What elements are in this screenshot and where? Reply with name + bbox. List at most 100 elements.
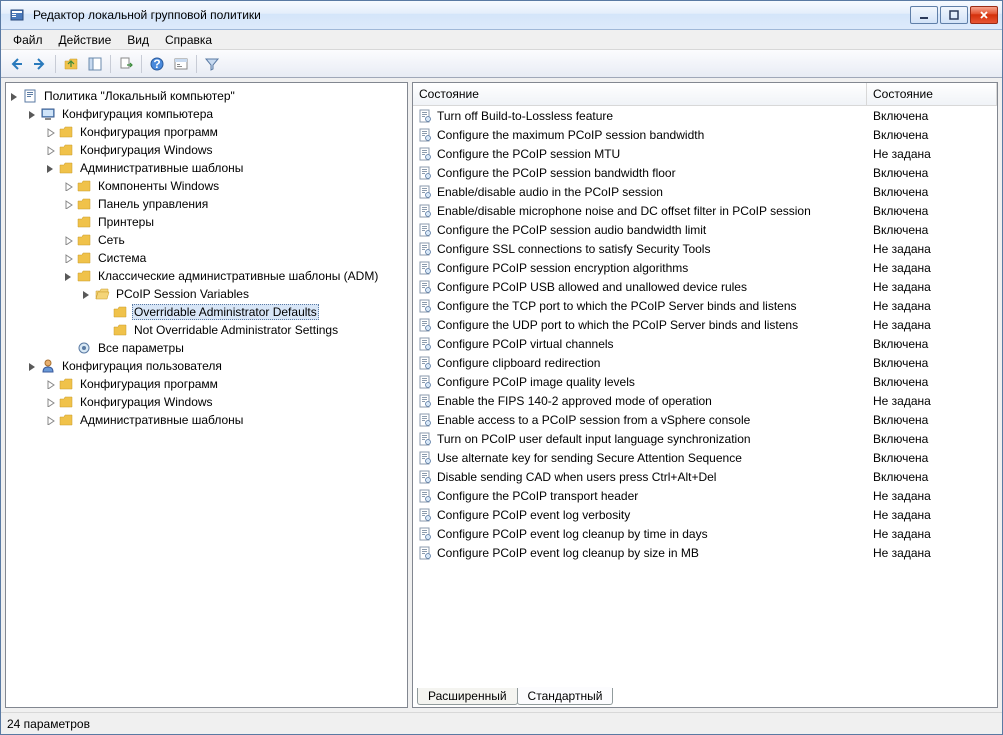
tree-overridable-defaults[interactable]: Overridable Administrator Defaults	[98, 303, 405, 321]
tab-extended[interactable]: Расширенный	[417, 688, 518, 705]
list-item[interactable]: Disable sending CAD when users press Ctr…	[413, 467, 997, 486]
expand-icon[interactable]	[44, 396, 56, 408]
list-item[interactable]: Configure clipboard redirectionВключена	[413, 353, 997, 372]
main-content: Политика "Локальный компьютер" Конфигура…	[1, 78, 1002, 712]
menu-file[interactable]: Файл	[5, 31, 51, 49]
folder-icon	[58, 124, 74, 140]
list-item[interactable]: Configure PCoIP virtual channelsВключена	[413, 334, 997, 353]
collapse-icon[interactable]	[8, 90, 20, 102]
back-button[interactable]	[5, 53, 27, 75]
tab-standard[interactable]: Стандартный	[517, 688, 614, 705]
tree-user-admin-templates[interactable]: Административные шаблоны	[44, 411, 405, 429]
maximize-button[interactable]	[940, 6, 968, 24]
list-item[interactable]: Configure the TCP port to which the PCoI…	[413, 296, 997, 315]
list-item[interactable]: Configure PCoIP event log verbosityНе за…	[413, 505, 997, 524]
computer-icon	[40, 106, 56, 122]
list-item[interactable]: Enable the FIPS 140-2 approved mode of o…	[413, 391, 997, 410]
collapse-icon[interactable]	[62, 270, 74, 282]
list-item[interactable]: Configure the PCoIP session MTUНе задана	[413, 144, 997, 163]
tree-network[interactable]: Сеть	[62, 231, 405, 249]
collapse-icon[interactable]	[80, 288, 92, 300]
list-item[interactable]: Configure PCoIP event log cleanup by siz…	[413, 543, 997, 562]
expand-icon[interactable]	[44, 144, 56, 156]
list-item-name: Use alternate key for sending Secure Att…	[437, 451, 867, 465]
list-item[interactable]: Configure PCoIP session encryption algor…	[413, 258, 997, 277]
tree-user-software-settings[interactable]: Конфигурация программ	[44, 375, 405, 393]
tree-control-panel[interactable]: Панель управления	[62, 195, 405, 213]
list-item-name: Enable/disable microphone noise and DC o…	[437, 204, 867, 218]
collapse-icon[interactable]	[26, 108, 38, 120]
list-item-state: Не задана	[867, 261, 997, 275]
tree-label: Not Overridable Administrator Settings	[132, 323, 340, 337]
list-item[interactable]: Configure PCoIP USB allowed and unallowe…	[413, 277, 997, 296]
tree-windows-settings[interactable]: Конфигурация Windows	[44, 141, 405, 159]
tree-pcoip-session-vars[interactable]: PCoIP Session Variables	[80, 285, 405, 303]
toolbar-separator	[110, 55, 111, 73]
list-item[interactable]: Enable/disable audio in the PCoIP sessio…	[413, 182, 997, 201]
menu-action[interactable]: Действие	[51, 31, 120, 49]
close-button[interactable]	[970, 6, 998, 24]
expand-icon[interactable]	[62, 234, 74, 246]
up-button[interactable]	[60, 53, 82, 75]
list-body[interactable]: Turn off Build-to-Lossless featureВключе…	[413, 106, 997, 687]
tree-user-windows-settings[interactable]: Конфигурация Windows	[44, 393, 405, 411]
tree-software-settings[interactable]: Конфигурация программ	[44, 123, 405, 141]
expand-icon[interactable]	[44, 378, 56, 390]
list-item-state: Не задана	[867, 546, 997, 560]
list-item-state: Включена	[867, 166, 997, 180]
tree-windows-components[interactable]: Компоненты Windows	[62, 177, 405, 195]
list-item[interactable]: Configure the PCoIP session audio bandwi…	[413, 220, 997, 239]
list-item[interactable]: Enable/disable microphone noise and DC o…	[413, 201, 997, 220]
tree-label: Классические административные шаблоны (A…	[96, 269, 380, 283]
list-item[interactable]: Enable access to a PCoIP session from a …	[413, 410, 997, 429]
folder-icon	[76, 214, 92, 230]
list-item[interactable]: Configure the PCoIP transport headerНе з…	[413, 486, 997, 505]
help-button[interactable]: ?	[146, 53, 168, 75]
tree-user-config[interactable]: Конфигурация пользователя	[26, 357, 405, 375]
svg-text:?: ?	[153, 57, 160, 71]
folder-icon	[76, 268, 92, 284]
export-button[interactable]	[115, 53, 137, 75]
list-item[interactable]: Configure PCoIP event log cleanup by tim…	[413, 524, 997, 543]
tree-label: Конфигурация Windows	[78, 143, 215, 157]
tree-system[interactable]: Система	[62, 249, 405, 267]
tree-all-settings[interactable]: Все параметры	[62, 339, 405, 357]
list-item[interactable]: Configure PCoIP image quality levelsВклю…	[413, 372, 997, 391]
column-header-state[interactable]: Состояние	[867, 83, 997, 105]
list-item[interactable]: Configure SSL connections to satisfy Sec…	[413, 239, 997, 258]
menu-help[interactable]: Справка	[157, 31, 220, 49]
tree-admin-templates[interactable]: Административные шаблоны	[44, 159, 405, 177]
list-item-name: Enable access to a PCoIP session from a …	[437, 413, 867, 427]
expand-icon[interactable]	[62, 180, 74, 192]
tree-printers[interactable]: Принтеры	[62, 213, 405, 231]
list-item-name: Configure the PCoIP session audio bandwi…	[437, 223, 867, 237]
tree-classic-adm[interactable]: Классические административные шаблоны (A…	[62, 267, 405, 285]
list-item[interactable]: Configure the maximum PCoIP session band…	[413, 125, 997, 144]
list-item[interactable]: Configure the PCoIP session bandwidth fl…	[413, 163, 997, 182]
tree-label: Все параметры	[96, 341, 186, 355]
list-item[interactable]: Configure the UDP port to which the PCoI…	[413, 315, 997, 334]
collapse-icon[interactable]	[44, 162, 56, 174]
column-header-name[interactable]: Состояние	[413, 83, 867, 105]
filter-button[interactable]	[201, 53, 223, 75]
list-item[interactable]: Use alternate key for sending Secure Att…	[413, 448, 997, 467]
tree-not-overridable-settings[interactable]: Not Overridable Administrator Settings	[98, 321, 405, 339]
forward-button[interactable]	[29, 53, 51, 75]
tree-panel[interactable]: Политика "Локальный компьютер" Конфигура…	[5, 82, 408, 708]
list-item-name: Configure PCoIP event log cleanup by siz…	[437, 546, 867, 560]
expand-icon[interactable]	[44, 414, 56, 426]
tree-label: Политика "Локальный компьютер"	[42, 89, 237, 103]
list-item[interactable]: Turn on PCoIP user default input languag…	[413, 429, 997, 448]
show-hide-tree-button[interactable]	[84, 53, 106, 75]
tree-computer-config[interactable]: Конфигурация компьютера	[26, 105, 405, 123]
list-item-state: Не задана	[867, 299, 997, 313]
expand-icon[interactable]	[44, 126, 56, 138]
list-item[interactable]: Turn off Build-to-Lossless featureВключе…	[413, 106, 997, 125]
properties-button[interactable]	[170, 53, 192, 75]
minimize-button[interactable]	[910, 6, 938, 24]
collapse-icon[interactable]	[26, 360, 38, 372]
expand-icon[interactable]	[62, 198, 74, 210]
menu-view[interactable]: Вид	[119, 31, 157, 49]
tree-root[interactable]: Политика "Локальный компьютер"	[8, 87, 405, 105]
expand-icon[interactable]	[62, 252, 74, 264]
